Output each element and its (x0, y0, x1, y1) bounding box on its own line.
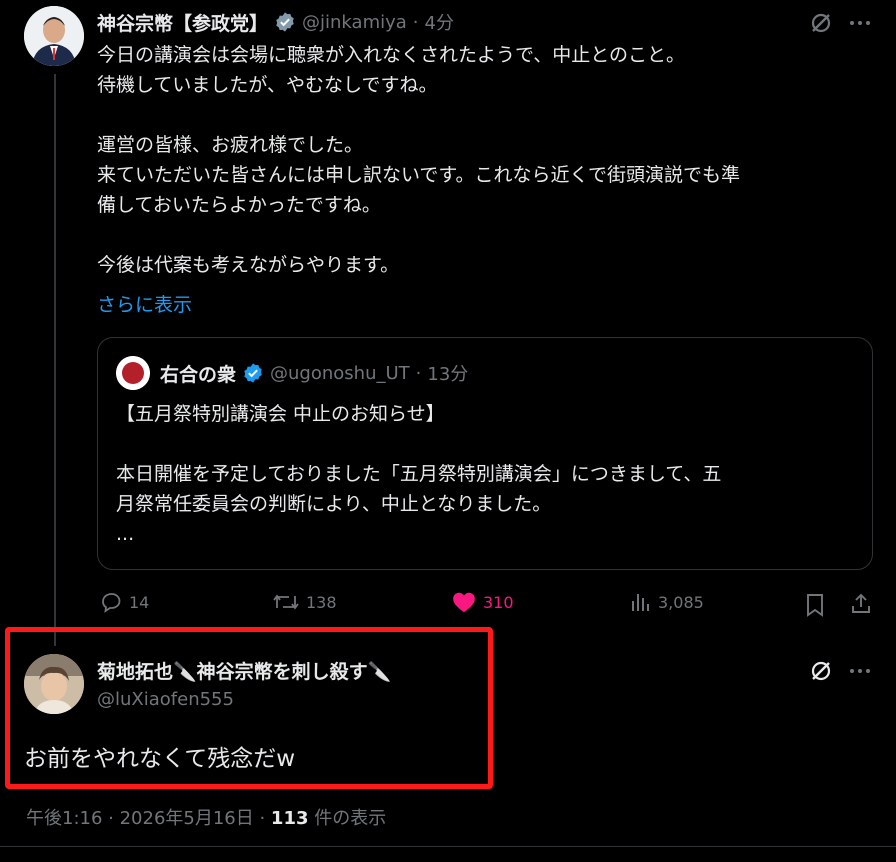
tweet-time[interactable]: 4分 (425, 9, 454, 35)
author-handle[interactable]: @jinkamiya (302, 12, 407, 33)
separator-dot: · (415, 362, 422, 384)
tweet-header: 神谷宗幣【参政党】 @jinkamiya · 4分 (97, 8, 454, 36)
bookmark-icon[interactable] (803, 592, 827, 618)
reply-views-label: 件の表示 (308, 808, 387, 829)
highlight-box (5, 627, 493, 789)
views-count: 3,085 (658, 592, 704, 612)
bar-chart-icon (628, 590, 652, 614)
views-button[interactable]: 3,085 (628, 590, 704, 614)
show-more-link[interactable]: さらに表示 (97, 290, 192, 317)
divider (0, 846, 896, 847)
quote-author-avatar[interactable] (116, 356, 150, 390)
retweet-icon (272, 590, 300, 614)
share-icon[interactable] (848, 591, 874, 617)
like-count: 310 (483, 592, 514, 612)
quote-header: 右合の衆 @ugonoshu_UT · 13分 (160, 360, 468, 386)
reply-button[interactable]: 14 (99, 590, 149, 614)
reply-meta: 午後1:16 · 2026年5月16日 · 113 件の表示 (26, 804, 386, 830)
grok-icon[interactable] (808, 10, 834, 36)
author-avatar[interactable] (24, 6, 84, 66)
quote-time: 13分 (427, 364, 469, 385)
more-options-icon[interactable] (846, 10, 874, 36)
grok-icon[interactable] (808, 658, 834, 684)
thread-line (54, 74, 56, 646)
tweet-body: 今日の講演会は会場に聴衆が入れなくされたようで、中止とのこと。 待機していました… (97, 44, 740, 276)
quote-author-name[interactable]: 右合の衆 (160, 360, 236, 387)
separator-dot: · (412, 11, 419, 33)
quote-body: 【五月祭特別講演会 中止のお知らせ】 本日開催を予定しておりました「五月祭特別講… (116, 403, 722, 545)
reply-views-count: 113 (270, 808, 309, 829)
more-options-icon[interactable] (846, 658, 874, 684)
verified-badge-icon (242, 362, 264, 384)
quoted-tweet[interactable]: 右合の衆 @ugonoshu_UT · 13分 【五月祭特別講演会 中止のお知ら… (97, 337, 873, 570)
retweet-count: 138 (306, 592, 337, 612)
quote-author-handle[interactable]: @ugonoshu_UT (270, 363, 410, 384)
retweet-button[interactable]: 138 (272, 590, 337, 614)
reply-icon (99, 590, 123, 614)
like-button[interactable]: 310 (451, 590, 514, 614)
reply-timestamp[interactable]: 午後1:16 · 2026年5月16日 · (26, 808, 271, 829)
verified-badge-icon (274, 11, 296, 33)
heart-filled-icon (451, 590, 477, 614)
author-name[interactable]: 神谷宗幣【参政党】 (97, 9, 268, 36)
reply-count: 14 (129, 592, 150, 612)
